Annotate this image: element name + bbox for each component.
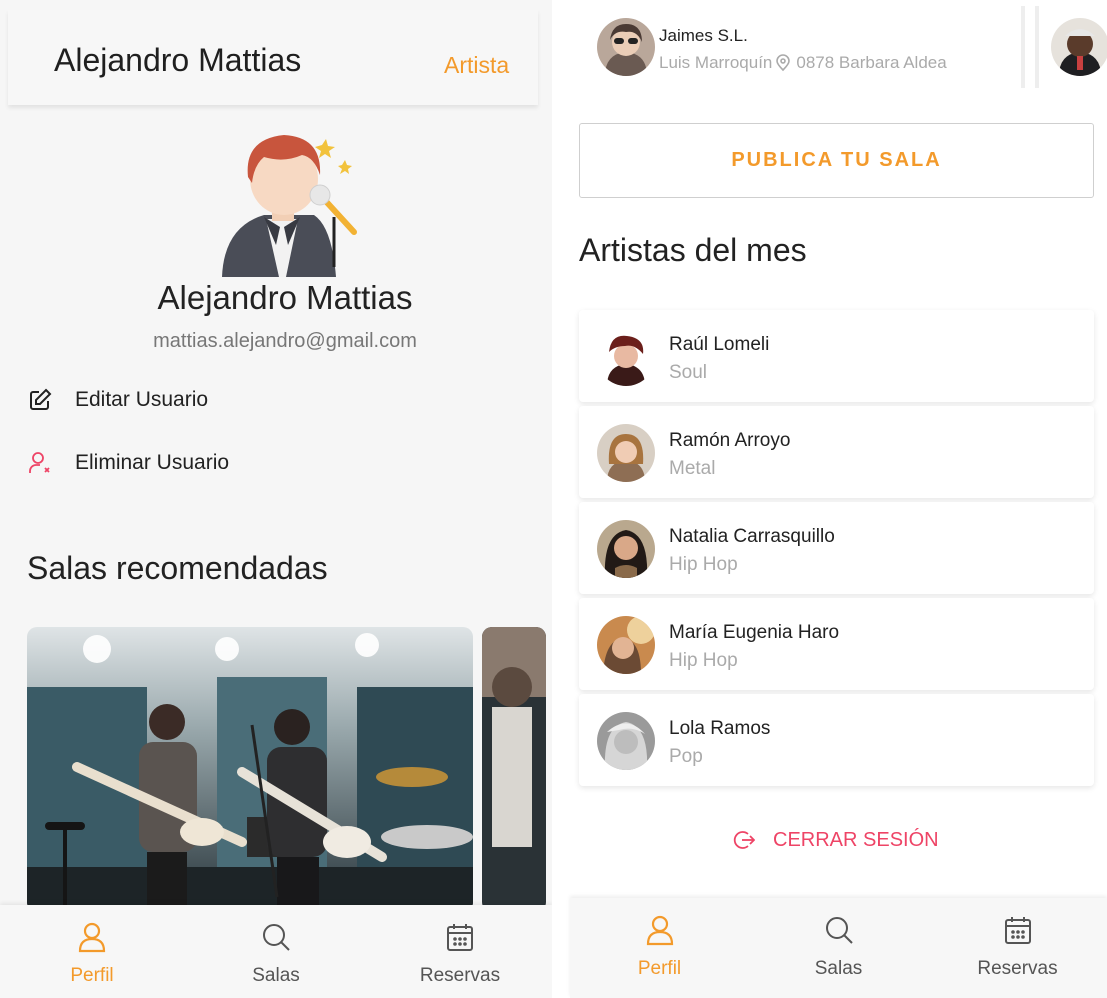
artist-avatar — [597, 328, 655, 386]
nav-item-reservas[interactable]: Reservas — [395, 905, 525, 998]
calendar-icon — [447, 924, 473, 951]
logout-icon — [733, 831, 755, 849]
calendar-icon — [1004, 917, 1031, 944]
nav-item-salas[interactable]: Salas — [774, 898, 904, 998]
room-owner: Luis Marroquín — [659, 53, 773, 72]
profile-header: Alejandro Mattias Artista — [8, 10, 538, 105]
artist-item[interactable]: Raúl Lomeli Soul — [579, 310, 1094, 402]
nav-label-salas: Salas — [814, 958, 863, 979]
featured-room-card[interactable]: Jaimes S.L. Luis Marroquín 0878 Barbara … — [585, 6, 1025, 88]
publish-room-button[interactable]: PUBLICA TU SALA — [579, 123, 1094, 198]
artist-item[interactable]: María Eugenia Haro Hip Hop — [579, 598, 1094, 690]
bottom-navigation: Perfil Salas Reservas — [0, 905, 552, 998]
home-screen: Jaimes S.L. Luis Marroquín 0878 Barbara … — [563, 0, 1107, 998]
artist-name: Raúl Lomeli — [669, 334, 770, 355]
nav-item-perfil[interactable]: Perfil — [595, 898, 725, 998]
edit-icon — [27, 387, 53, 413]
bottom-navigation: Perfil Salas Reservas — [570, 898, 1107, 998]
featured-rooms-strip: Jaimes S.L. Luis Marroquín 0878 Barbara … — [563, 0, 1107, 88]
artist-name: Ramón Arroyo — [669, 430, 791, 451]
artist-genre: Metal — [669, 458, 716, 479]
artist-genre: Pop — [669, 746, 703, 767]
artist-genre: Soul — [669, 362, 708, 383]
featured-room-card[interactable] — [1035, 6, 1107, 88]
profile-name: Alejandro Mattias — [157, 279, 413, 316]
room-location: Luis Marroquín 0878 Barbara Aldea — [659, 53, 947, 73]
edit-user-button[interactable]: Editar Usuario — [27, 382, 208, 418]
header-user-name: Alejandro Mattias — [54, 42, 302, 78]
delete-user-button[interactable]: Eliminar Usuario — [27, 445, 229, 481]
room-card[interactable] — [27, 627, 473, 912]
location-pin-icon — [776, 54, 791, 72]
user-icon — [646, 915, 673, 946]
profile-email: mattias.alejandro@gmail.com — [153, 330, 417, 352]
logout-button[interactable]: CERRAR SESIÓN — [733, 820, 939, 860]
artist-avatar — [597, 424, 655, 482]
nav-label-salas: Salas — [252, 965, 300, 986]
room-address: 0878 Barbara Aldea — [796, 53, 947, 72]
artist-item[interactable]: Lola Ramos Pop — [579, 694, 1094, 786]
artist-avatar — [597, 712, 655, 770]
delete-user-label: Eliminar Usuario — [75, 451, 230, 474]
remove-user-icon — [27, 450, 53, 476]
artist-item[interactable]: Natalia Carrasquillo Hip Hop — [579, 502, 1094, 594]
nav-item-reservas[interactable]: Reservas — [953, 898, 1083, 998]
artist-item[interactable]: Ramón Arroyo Metal — [579, 406, 1094, 498]
room-avatar — [1051, 18, 1107, 76]
nav-item-perfil[interactable]: Perfil — [27, 905, 157, 998]
artist-avatar — [597, 616, 655, 674]
room-photo — [482, 627, 546, 912]
artist-name: María Eugenia Haro — [669, 622, 840, 643]
artist-genre: Hip Hop — [669, 650, 738, 671]
logout-label: CERRAR SESIÓN — [773, 828, 939, 851]
room-name: Jaimes S.L. — [659, 26, 748, 45]
search-icon — [263, 924, 290, 951]
nav-label-reservas: Reservas — [419, 965, 501, 986]
user-icon — [78, 922, 106, 953]
room-avatar — [597, 18, 655, 76]
artist-name: Natalia Carrasquillo — [669, 526, 835, 547]
artist-genre: Hip Hop — [669, 554, 738, 575]
band-rehearsal-photo — [27, 627, 473, 912]
search-icon — [825, 917, 853, 944]
nav-item-salas[interactable]: Salas — [211, 905, 341, 998]
nav-label-perfil: Perfil — [70, 965, 114, 986]
profile-screen: Alejandro Mattias Artista Alejandro Matt… — [0, 0, 552, 998]
artist-name: Lola Ramos — [669, 718, 771, 739]
singer-avatar-illustration — [214, 127, 364, 279]
edit-user-label: Editar Usuario — [75, 388, 209, 411]
room-card[interactable] — [482, 627, 546, 912]
user-role-badge: Artista — [444, 52, 510, 78]
nav-label-reservas: Reservas — [977, 958, 1058, 979]
artists-of-month-title: Artistas del mes — [579, 232, 807, 268]
artist-avatar — [597, 520, 655, 578]
nav-label-perfil: Perfil — [637, 958, 682, 979]
recommended-rooms-title: Salas recomendadas — [27, 550, 328, 586]
